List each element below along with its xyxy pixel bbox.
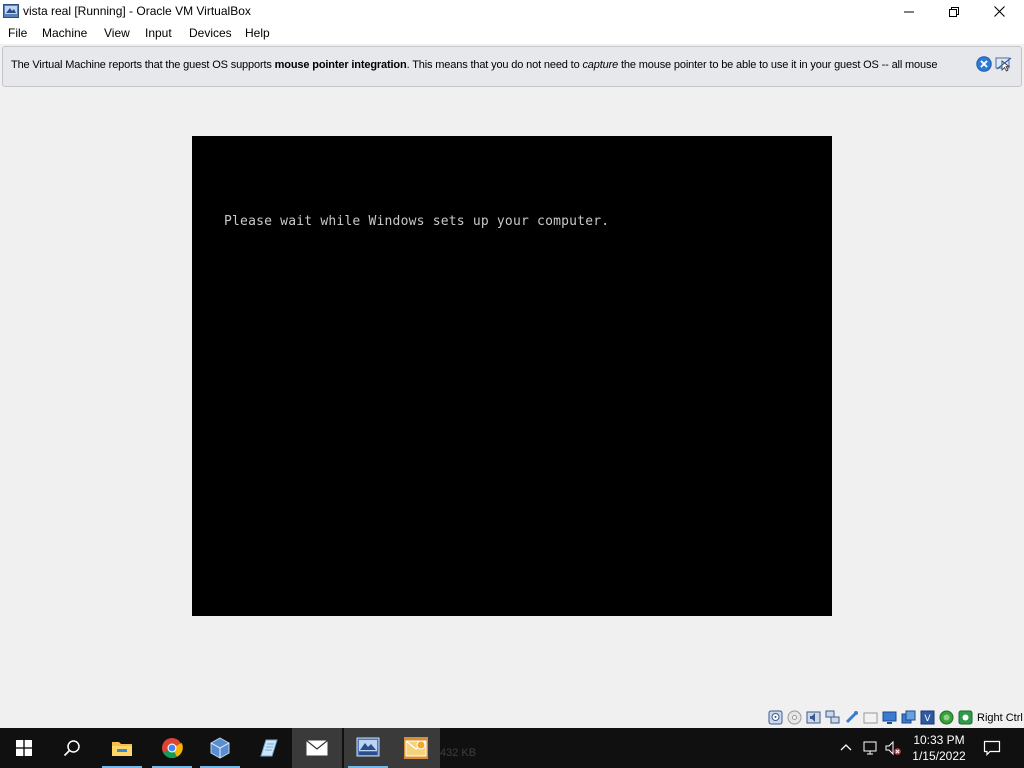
search-button[interactable]	[48, 728, 96, 768]
virtualbox-icon	[210, 737, 230, 759]
taskbar-notepad[interactable]	[244, 728, 292, 768]
notice-text-part: . This means that you do not need to	[406, 59, 583, 71]
notepad-icon	[260, 739, 278, 757]
network-status-icon[interactable]	[862, 740, 878, 756]
cpu-icon[interactable]	[939, 710, 954, 725]
taskbar-ghost-text: 432 KB	[440, 747, 477, 759]
notice-text-part: The Virtual Machine reports that the gue…	[11, 59, 275, 71]
virtualization-icon[interactable]: V	[920, 710, 935, 725]
taskbar-chrome[interactable]	[148, 728, 196, 768]
volume-muted-icon[interactable]	[885, 740, 901, 756]
menu-machine[interactable]: Machine	[42, 26, 87, 40]
notice-bold-text: mouse pointer integration	[274, 59, 407, 71]
close-button[interactable]	[976, 0, 1022, 23]
title-bar[interactable]: vista real [Running] - Oracle VM Virtual…	[0, 0, 1024, 23]
virtualbox-app-icon[interactable]	[3, 3, 19, 19]
clock-date: 1/15/2022	[912, 749, 966, 763]
taskbar-vista-real-vm[interactable]	[344, 728, 392, 768]
start-button[interactable]	[0, 728, 48, 768]
status-bar: V Right Ctrl	[0, 708, 1024, 728]
host-key-label: Right Ctrl	[977, 712, 1023, 724]
file-explorer-icon	[112, 742, 132, 756]
hide-notice-icon[interactable]	[995, 56, 1013, 72]
outlook-icon	[404, 737, 428, 759]
network-icon[interactable]	[825, 710, 840, 725]
mail-icon	[306, 740, 328, 756]
taskbar-file-explorer[interactable]	[98, 728, 146, 768]
taskbar: 432 KB 10:33 PM 1/15/2022	[0, 728, 1024, 768]
menu-file[interactable]: File	[8, 26, 27, 40]
notice-text-part: the mouse pointer to be able to use it i…	[618, 59, 938, 71]
close-notice-icon[interactable]	[976, 56, 992, 72]
menu-devices[interactable]: Devices	[189, 26, 232, 40]
audio-icon[interactable]	[806, 710, 821, 725]
chrome-icon	[162, 738, 183, 759]
vm-console-text: Please wait while Windows sets up your c…	[224, 214, 610, 229]
taskbar-outlook[interactable]	[392, 728, 440, 768]
vm-display[interactable]: Please wait while Windows sets up your c…	[192, 136, 832, 616]
system-clock[interactable]: 10:33 PM 1/15/2022	[905, 732, 973, 764]
minimize-icon	[904, 11, 914, 12]
menu-input[interactable]: Input	[145, 26, 172, 40]
video-capture-icon[interactable]	[901, 710, 916, 725]
notifications-icon[interactable]	[983, 739, 1001, 757]
hard-disk-icon[interactable]	[768, 710, 783, 725]
clock-time: 10:33 PM	[913, 733, 965, 747]
vista-real-vm-icon	[356, 737, 380, 757]
menu-bar: File Machine View Input Devices Help	[0, 23, 1024, 44]
search-icon	[63, 740, 80, 757]
notice-italic-text: capture	[582, 59, 619, 71]
usb-icon[interactable]	[844, 710, 859, 725]
window-title: vista real [Running] - Oracle VM Virtual…	[23, 4, 251, 18]
mouse-integration-icon[interactable]	[958, 710, 973, 725]
menu-help[interactable]: Help	[245, 26, 270, 40]
start-icon	[16, 740, 32, 756]
close-icon	[993, 6, 1005, 17]
optical-drive-icon[interactable]	[787, 710, 802, 725]
menu-view[interactable]: View	[104, 26, 130, 40]
notice-message: The Virtual Machine reports that the gue…	[11, 59, 971, 71]
restore-icon	[949, 6, 959, 17]
display-icon[interactable]	[882, 710, 897, 725]
mouse-integration-notice: The Virtual Machine reports that the gue…	[2, 46, 1022, 87]
taskbar-virtualbox[interactable]	[196, 728, 244, 768]
taskbar-mail[interactable]	[292, 728, 342, 768]
restore-button[interactable]	[931, 0, 977, 23]
svg-text:V: V	[924, 714, 931, 724]
shared-folders-icon[interactable]	[863, 710, 878, 725]
virtualbox-window: vista real [Running] - Oracle VM Virtual…	[0, 0, 1024, 728]
minimize-button[interactable]	[886, 0, 932, 23]
chevron-up-icon[interactable]	[838, 740, 854, 756]
